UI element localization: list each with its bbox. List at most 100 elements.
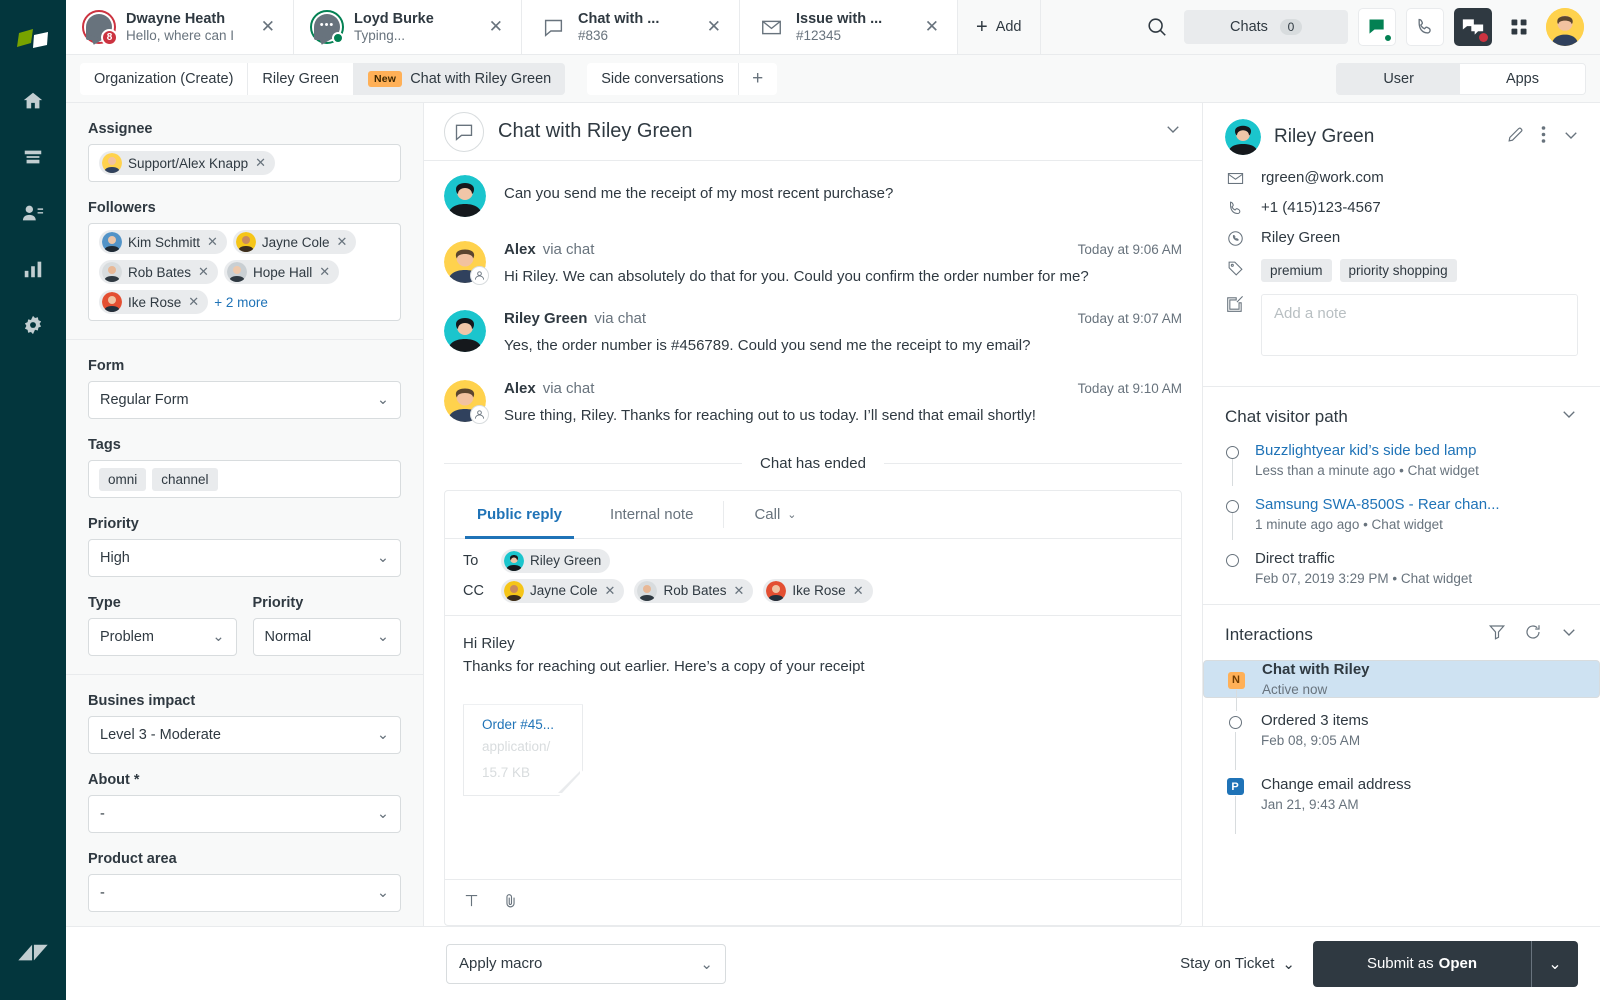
collapse-icon[interactable]	[1562, 126, 1580, 149]
attachment-icon[interactable]	[502, 892, 519, 914]
tab-issue-12345[interactable]: Issue with ... #12345 ✕	[740, 0, 958, 54]
edit-icon[interactable]	[1506, 125, 1525, 149]
more-options-icon[interactable]	[1541, 125, 1546, 149]
search-icon[interactable]	[1140, 10, 1174, 44]
collapse-icon[interactable]	[1560, 623, 1578, 646]
remove-icon[interactable]: ✕	[255, 155, 266, 171]
tab-internal-note[interactable]: Internal note	[586, 491, 717, 538]
home-icon[interactable]	[10, 78, 56, 124]
business-impact-label: Busines impact	[88, 693, 196, 709]
tab-user[interactable]: User	[1337, 63, 1460, 94]
followers-more-link[interactable]: + 2 more	[214, 295, 268, 310]
add-tab-button[interactable]: + Add	[958, 0, 1041, 54]
cc-chip[interactable]: Rob Bates ✕	[634, 578, 754, 603]
apps-grid-icon[interactable]	[1502, 10, 1536, 44]
remove-icon[interactable]: ✕	[853, 583, 864, 599]
note-input[interactable]: Add a note	[1261, 294, 1578, 356]
priority-select[interactable]: High ⌄	[88, 539, 401, 577]
tab-dwayne-heath[interactable]: 8 Dwayne Heath Hello, where can I ✕	[66, 0, 294, 54]
follower-chip[interactable]: Hope Hall ✕	[223, 260, 340, 284]
chevron-down-icon[interactable]	[1164, 120, 1182, 143]
product-area-select[interactable]: - ⌄	[88, 874, 401, 912]
priority-secondary-select[interactable]: Normal ⌄	[252, 618, 401, 656]
tag-icon	[1225, 259, 1245, 277]
composer-textarea[interactable]: Hi Riley Thanks for reaching out earlier…	[445, 616, 1181, 879]
remove-icon[interactable]: ✕	[734, 583, 745, 599]
visitor-path-link[interactable]: Buzzlightyear kid’s side bed lamp	[1255, 442, 1479, 459]
messaging-button[interactable]	[1454, 8, 1492, 46]
cc-chip[interactable]: Jayne Cole ✕	[501, 578, 625, 603]
submit-options-button[interactable]: ⌄	[1532, 940, 1578, 987]
assignee-chip[interactable]: Support/Alex Knapp ✕	[99, 151, 275, 175]
follower-chip[interactable]: Jayne Cole ✕	[232, 230, 357, 254]
crumb-organization[interactable]: Organization (Create)	[80, 62, 249, 95]
crumb-riley-green[interactable]: Riley Green	[248, 62, 354, 95]
views-icon[interactable]	[10, 134, 56, 180]
stay-on-ticket-select[interactable]: Stay on Ticket ⌄	[1180, 955, 1295, 973]
settings-icon[interactable]	[10, 302, 56, 348]
close-icon[interactable]: ✕	[257, 15, 279, 39]
close-icon[interactable]: ✕	[703, 15, 725, 39]
follower-chip[interactable]: Ike Rose ✕	[99, 290, 209, 314]
zendesk-mark[interactable]	[10, 930, 56, 976]
close-icon[interactable]: ✕	[485, 15, 507, 39]
apply-macro-select[interactable]: Apply macro ⌄	[446, 943, 726, 984]
remove-icon[interactable]: ✕	[319, 264, 330, 280]
refresh-icon[interactable]	[1524, 623, 1542, 646]
add-side-conversation-icon[interactable]: +	[738, 62, 777, 95]
current-user-avatar[interactable]	[1546, 8, 1584, 46]
tag-chip[interactable]: priority shopping	[1339, 259, 1457, 282]
tags-input[interactable]: omni channel	[88, 460, 401, 498]
tab-apps[interactable]: Apps	[1459, 63, 1585, 94]
tag-chip[interactable]: channel	[152, 467, 218, 491]
whatsapp-value[interactable]: Riley Green	[1261, 229, 1340, 246]
follower-chip[interactable]: Rob Bates ✕	[99, 260, 218, 284]
follower-chip[interactable]: Kim Schmitt ✕	[99, 230, 227, 254]
remove-icon[interactable]: ✕	[605, 583, 616, 599]
visitor-path-meta: Less than a minute ago • Chat widget	[1255, 463, 1479, 478]
tab-public-reply[interactable]: Public reply	[453, 491, 586, 539]
remove-icon[interactable]: ✕	[188, 294, 199, 310]
attachment-name[interactable]: Order #45...	[482, 717, 582, 732]
submit-button[interactable]: Submit as Open	[1312, 940, 1531, 987]
type-select[interactable]: Problem ⌄	[88, 618, 237, 656]
remove-icon[interactable]: ✕	[207, 234, 218, 250]
interaction-meta: Feb 08, 9:05 AM	[1261, 733, 1361, 748]
attachment-card[interactable]: Order #45... application/ 15.7 KB	[463, 704, 583, 797]
tag-chip[interactable]: omni	[99, 467, 147, 491]
close-icon[interactable]: ✕	[921, 15, 943, 39]
reporting-icon[interactable]	[10, 246, 56, 292]
tag-chip[interactable]: premium	[1261, 259, 1332, 282]
remove-icon[interactable]: ✕	[336, 234, 347, 250]
chat-status-button[interactable]	[1358, 8, 1396, 46]
interaction-item[interactable]: N Chat with Riley Active now	[1203, 660, 1600, 711]
phone-value[interactable]: +1 (415)123-4567	[1261, 199, 1381, 216]
message-header: Alex via chat Today at 9:06 AM	[504, 241, 1182, 258]
email-row: rgreen@work.com	[1225, 169, 1578, 187]
side-conversations-button[interactable]: Side conversations	[587, 62, 739, 95]
interaction-item[interactable]: P Change email address Jan 21, 9:43 AM	[1203, 762, 1600, 834]
collapse-icon[interactable]	[1560, 405, 1578, 428]
filter-icon[interactable]	[1488, 623, 1506, 646]
tab-chat-836[interactable]: Chat with ... #836 ✕	[522, 0, 740, 54]
phone-button[interactable]	[1406, 8, 1444, 46]
crumb-chat-with-riley-green[interactable]: New Chat with Riley Green	[353, 62, 566, 95]
cc-chip[interactable]: Ike Rose ✕	[763, 578, 873, 603]
cc-name: Jayne Cole	[530, 583, 598, 599]
customers-icon[interactable]	[10, 190, 56, 236]
visitor-path-link[interactable]: Samsung SWA-8500S - Rear chan...	[1255, 496, 1500, 513]
to-chip[interactable]: Riley Green	[501, 548, 611, 573]
tab-call[interactable]: Call ⌄	[730, 491, 820, 538]
tab-loyd-burke[interactable]: ••• Loyd Burke Typing... ✕	[294, 0, 522, 54]
business-impact-select[interactable]: Level 3 - Moderate ⌄	[88, 716, 401, 754]
form-select[interactable]: Regular Form ⌄	[88, 381, 401, 419]
avatar	[766, 580, 787, 601]
text-format-icon[interactable]	[463, 892, 480, 914]
chats-status-pill[interactable]: Chats 0	[1184, 10, 1348, 44]
email-value[interactable]: rgreen@work.com	[1261, 169, 1384, 186]
remove-icon[interactable]: ✕	[198, 264, 209, 280]
assignee-input[interactable]: Support/Alex Knapp ✕	[88, 144, 401, 182]
followers-input[interactable]: Kim Schmitt ✕ Jayne Cole ✕ Rob Bates ✕ H…	[88, 223, 401, 321]
about-select[interactable]: - ⌄	[88, 795, 401, 833]
interaction-item[interactable]: Ordered 3 items Feb 08, 9:05 AM	[1203, 698, 1600, 770]
